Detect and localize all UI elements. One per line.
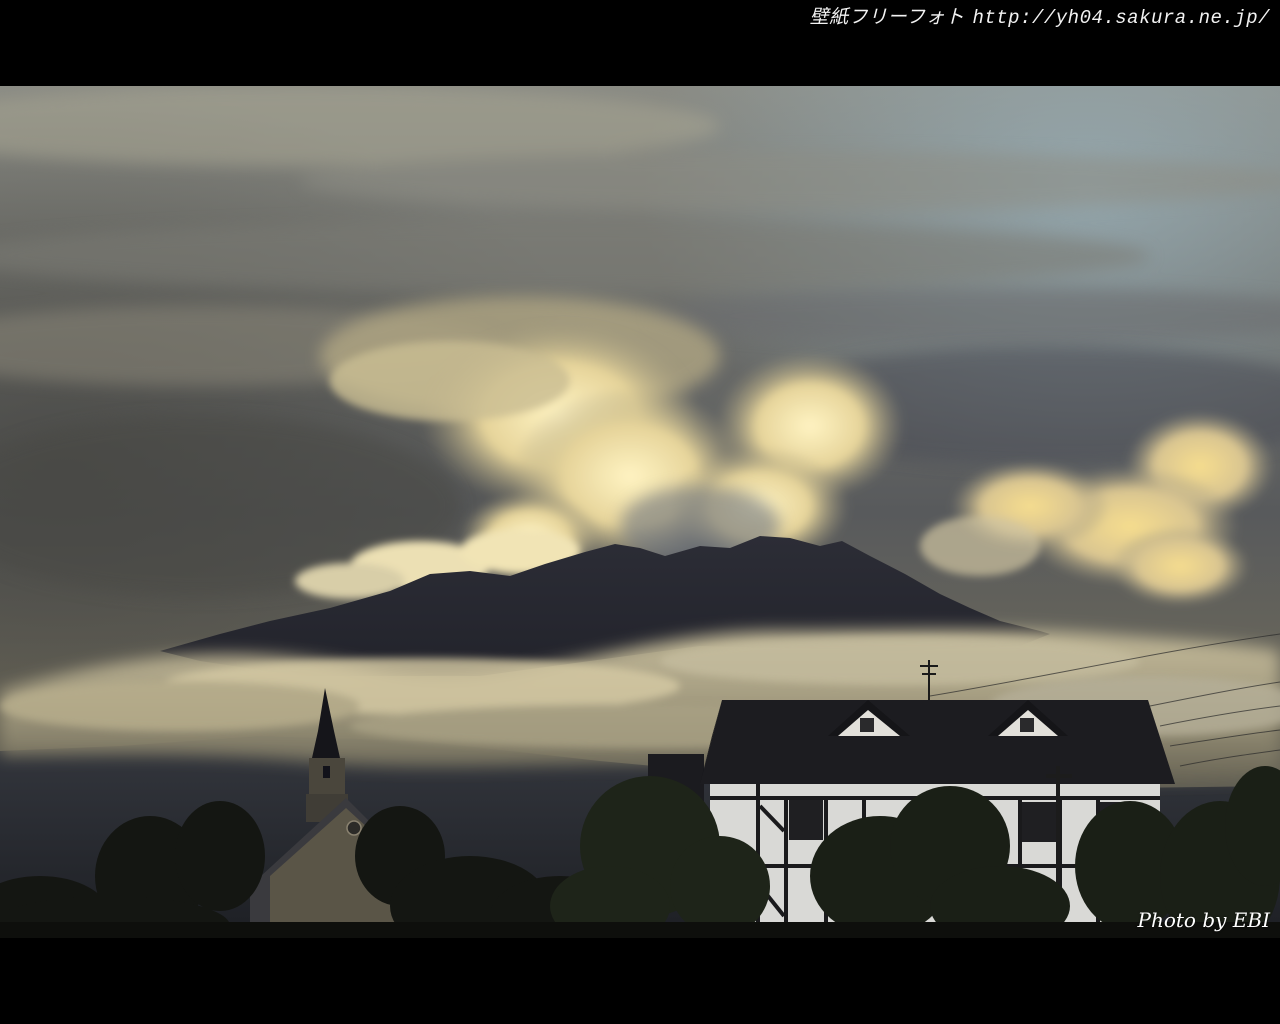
site-name: 壁紙フリーフォト	[809, 6, 965, 28]
photo-illustration	[0, 86, 1280, 938]
site-url: http://yh04.sakura.ne.jp/	[972, 7, 1270, 29]
wallpaper-frame: 壁紙フリーフォト http://yh04.sakura.ne.jp/ Photo…	[0, 0, 1280, 1024]
house-roof	[700, 700, 1175, 784]
header-watermark: 壁紙フリーフォト http://yh04.sakura.ne.jp/	[810, 2, 1270, 29]
church-rose-window	[346, 820, 362, 836]
photo-credit: Photo by EBI	[1137, 908, 1270, 932]
landscape-photo	[0, 86, 1280, 938]
